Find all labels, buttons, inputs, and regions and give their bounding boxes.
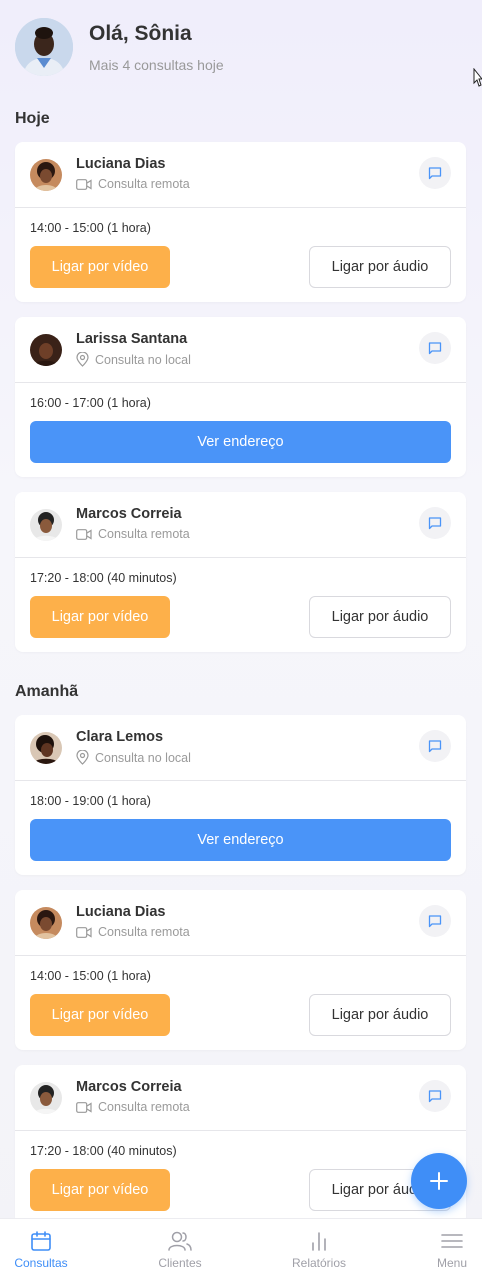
consultation-type: Consulta remota [76, 527, 190, 541]
video-call-button[interactable]: Ligar por vídeo [30, 246, 170, 288]
video-icon [76, 178, 92, 190]
appointment-time: 18:00 - 19:00 (1 hora) [30, 794, 151, 808]
hamburger-menu-icon [441, 1234, 463, 1248]
consultation-type-label: Consulta no local [95, 352, 191, 367]
patient-avatar [30, 1082, 62, 1114]
chat-bubble-icon [428, 915, 442, 928]
patient-name: Luciana Dias [76, 904, 166, 920]
video-icon [76, 528, 92, 540]
patient-avatar [30, 732, 62, 764]
plus-icon [430, 1172, 448, 1190]
users-icon [168, 1231, 192, 1251]
appointment-card: Larissa Santana Consulta no local 16:00 … [15, 317, 466, 477]
chat-button[interactable] [419, 157, 451, 189]
patient-avatar [30, 509, 62, 541]
consultation-type: Consulta remota [76, 925, 190, 939]
chat-button[interactable] [419, 507, 451, 539]
chat-bubble-icon [428, 740, 442, 753]
tab-menu[interactable]: Menu [416, 1219, 482, 1272]
appointment-card: Luciana Dias Consulta remota 14:00 - 15:… [15, 890, 466, 1050]
consultation-type: Consulta no local [76, 352, 191, 367]
greeting-title: Olá, Sônia [89, 22, 192, 45]
section-title-today: Hoje [15, 110, 50, 127]
patient-name: Luciana Dias [76, 156, 166, 172]
appointment-time: 17:20 - 18:00 (40 minutos) [30, 571, 177, 585]
appointment-time: 17:20 - 18:00 (40 minutos) [30, 1144, 177, 1158]
bottom-tab-bar: Consultas Clientes Relatórios Menu [0, 1218, 482, 1272]
video-icon [76, 1101, 92, 1113]
tab-relatorios[interactable]: Relatórios [279, 1219, 359, 1272]
chat-bubble-icon [428, 167, 442, 180]
appointment-card: Marcos Correia Consulta remota 17:20 - 1… [15, 1065, 466, 1225]
appointment-card: Marcos Correia Consulta remota 17:20 - 1… [15, 492, 466, 652]
tab-consultas[interactable]: Consultas [0, 1219, 82, 1272]
chat-bubble-icon [428, 1090, 442, 1103]
appointment-time: 16:00 - 17:00 (1 hora) [30, 396, 151, 410]
audio-call-button[interactable]: Ligar por áudio [309, 994, 451, 1036]
mouse-cursor-icon [473, 68, 482, 87]
bar-chart-icon [312, 1232, 326, 1251]
chat-button[interactable] [419, 905, 451, 937]
consultation-type-label: Consulta remota [98, 527, 190, 541]
consultation-type: Consulta remota [76, 177, 190, 191]
patient-avatar [30, 334, 62, 366]
user-avatar[interactable] [15, 18, 73, 76]
audio-call-button[interactable]: Ligar por áudio [309, 596, 451, 638]
consultation-type-label: Consulta no local [95, 750, 191, 765]
appointment-card: Clara Lemos Consulta no local 18:00 - 19… [15, 715, 466, 875]
video-call-button[interactable]: Ligar por vídeo [30, 994, 170, 1036]
patient-avatar [30, 907, 62, 939]
tab-clientes[interactable]: Clientes [140, 1219, 220, 1272]
consultation-type-label: Consulta remota [98, 925, 190, 939]
tab-label: Menu [436, 1256, 468, 1270]
consultation-type: Consulta no local [76, 750, 191, 765]
section-title-tomorrow: Amanhã [15, 683, 79, 700]
appointment-time: 14:00 - 15:00 (1 hora) [30, 221, 151, 235]
chat-bubble-icon [428, 517, 442, 530]
patient-name: Larissa Santana [76, 331, 188, 347]
tab-label: Relatórios [291, 1256, 347, 1270]
view-address-button[interactable]: Ver endereço [30, 421, 451, 463]
audio-call-button[interactable]: Ligar por áudio [309, 246, 451, 288]
view-address-button[interactable]: Ver endereço [30, 819, 451, 861]
consultation-type-label: Consulta remota [98, 177, 190, 191]
patient-name: Marcos Correia [76, 506, 182, 522]
patient-name: Clara Lemos [76, 729, 164, 745]
patient-name: Marcos Correia [76, 1079, 182, 1095]
chat-button[interactable] [419, 730, 451, 762]
greeting-header: Olá, Sônia Mais 4 consultas hoje [15, 18, 465, 78]
chat-bubble-icon [428, 342, 442, 355]
chat-button[interactable] [419, 332, 451, 364]
appointment-card: Luciana Dias Consulta remota 14:00 - 15:… [15, 142, 466, 302]
location-pin-icon [76, 352, 89, 367]
patient-avatar [30, 159, 62, 191]
tab-label: Consultas [14, 1256, 68, 1270]
location-pin-icon [76, 750, 89, 765]
appointment-time: 14:00 - 15:00 (1 hora) [30, 969, 151, 983]
chat-button[interactable] [419, 1080, 451, 1112]
consultation-type-label: Consulta remota [98, 1100, 190, 1114]
video-call-button[interactable]: Ligar por vídeo [30, 1169, 170, 1211]
calendar-icon [31, 1231, 51, 1251]
video-icon [76, 926, 92, 938]
add-appointment-button[interactable] [411, 1153, 467, 1209]
appointments-count-subtitle: Mais 4 consultas hoje [89, 57, 224, 73]
consultation-type: Consulta remota [76, 1100, 190, 1114]
tab-label: Clientes [158, 1256, 202, 1270]
video-call-button[interactable]: Ligar por vídeo [30, 596, 170, 638]
